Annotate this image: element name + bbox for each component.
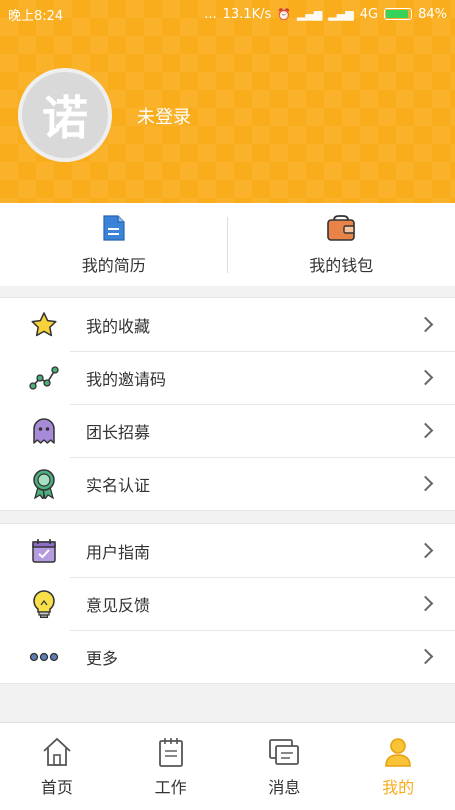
- wallet-label: 我的钱包: [309, 255, 374, 275]
- menu-group-account: 我的收藏 我的邀请码 团长招募 实名认证: [0, 297, 455, 511]
- message-icon: [269, 738, 300, 765]
- tab-label: 消息: [268, 777, 301, 797]
- menu-item-user-guide[interactable]: 用户指南: [0, 524, 455, 577]
- quick-actions: 我的简历 我的钱包: [0, 203, 455, 286]
- menu-item-favorites[interactable]: 我的收藏: [0, 298, 455, 351]
- status-bar: 晚上8:24 ... 13.1K/s ⏰ ▂▄▆ ▂▄▆ 4G 84%: [0, 0, 455, 28]
- alarm-icon: ⏰: [277, 7, 291, 21]
- badge-icon: [29, 468, 59, 499]
- chevron-right-icon: [417, 316, 434, 333]
- bulb-icon: [29, 589, 59, 619]
- home-icon: [43, 737, 71, 766]
- chevron-right-icon: [417, 369, 434, 386]
- menu-label: 我的邀请码: [86, 369, 167, 389]
- chevron-right-icon: [417, 542, 434, 559]
- user-icon: [385, 737, 411, 767]
- menu-item-feedback[interactable]: 意见反馈: [0, 577, 455, 630]
- chevron-right-icon: [417, 475, 434, 492]
- chevron-right-icon: [417, 648, 434, 665]
- menu-label: 实名认证: [86, 475, 151, 495]
- share-icon: [29, 363, 59, 393]
- chevron-right-icon: [417, 595, 434, 612]
- ghost-icon: [29, 416, 59, 446]
- battery-percent: 84%: [418, 6, 447, 22]
- wallet-icon: [327, 214, 356, 241]
- resume-label: 我的简历: [81, 255, 146, 275]
- menu-item-more[interactable]: 更多: [0, 630, 455, 683]
- network-speed: 13.1K/s: [222, 6, 272, 22]
- chevron-right-icon: [417, 422, 434, 439]
- tab-work[interactable]: 工作: [114, 723, 228, 810]
- tab-home[interactable]: 首页: [0, 723, 114, 810]
- menu-item-real-name[interactable]: 实名认证: [0, 457, 455, 510]
- wallet-button[interactable]: 我的钱包: [228, 203, 455, 286]
- network-type: 4G: [359, 6, 379, 22]
- login-status[interactable]: 未登录: [137, 103, 191, 129]
- bottom-tab-bar: 首页 工作 消息 我的: [0, 722, 455, 810]
- menu-label: 用户指南: [86, 542, 151, 562]
- signal2-icon: ▂▄▆: [328, 7, 354, 21]
- avatar-logo-text: 诺: [42, 91, 88, 145]
- tab-label: 我的: [382, 777, 415, 797]
- menu-group-help: 用户指南 意见反馈 更多: [0, 523, 455, 684]
- menu-item-invite-code[interactable]: 我的邀请码: [0, 351, 455, 404]
- menu-item-leader-recruit[interactable]: 团长招募: [0, 404, 455, 457]
- status-icons: ... 13.1K/s ⏰ ▂▄▆ ▂▄▆ 4G 84%: [204, 7, 447, 22]
- status-dots: ...: [204, 6, 217, 22]
- document-icon: [103, 214, 125, 241]
- quick-divider: [227, 217, 228, 273]
- menu-label: 意见反馈: [86, 595, 151, 615]
- menu-label: 我的收藏: [86, 316, 151, 336]
- calendar-icon: [29, 536, 59, 566]
- notepad-icon: [158, 737, 183, 767]
- menu-label: 更多: [86, 648, 119, 668]
- battery-icon: [384, 8, 413, 20]
- more-icon: [29, 642, 59, 672]
- tab-label: 工作: [154, 777, 187, 797]
- star-icon: [29, 310, 59, 340]
- avatar[interactable]: 诺: [18, 68, 112, 162]
- menu-label: 团长招募: [86, 422, 151, 442]
- profile-header: 晚上8:24 ... 13.1K/s ⏰ ▂▄▆ ▂▄▆ 4G 84% 诺 未登…: [0, 0, 455, 203]
- tab-messages[interactable]: 消息: [228, 723, 342, 810]
- tab-label: 首页: [40, 777, 73, 797]
- tab-me[interactable]: 我的: [341, 723, 455, 810]
- status-time: 晚上8:24: [8, 8, 64, 24]
- resume-button[interactable]: 我的简历: [0, 203, 228, 286]
- signal-icon: ▂▄▆: [296, 7, 323, 21]
